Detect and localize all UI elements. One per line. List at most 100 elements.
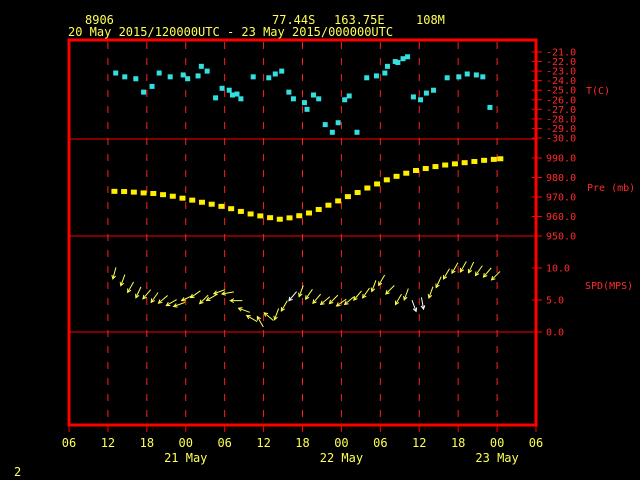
wind-arrow	[298, 285, 304, 298]
pressure-point	[257, 213, 264, 219]
wind-arrow-shaft	[344, 296, 355, 305]
temperature-point	[342, 97, 348, 103]
pressure-point	[325, 202, 332, 208]
pressure-point	[422, 166, 429, 172]
pressure-tick-label: 990.0	[546, 154, 576, 165]
day-label: 22 May	[320, 451, 363, 465]
temperature-point	[279, 68, 285, 74]
pressure-point	[150, 190, 157, 196]
temperature-point	[311, 92, 317, 98]
temperature-point	[250, 74, 256, 80]
wind-arrow-shaft	[320, 296, 331, 305]
pressure-point	[208, 201, 215, 207]
wind-arrow	[378, 274, 386, 287]
wind-arrow	[420, 297, 426, 311]
wind-arrow	[459, 261, 467, 273]
temperature-point	[213, 95, 219, 101]
wind-arrow-shaft	[312, 293, 322, 304]
temperature-point	[316, 96, 322, 102]
pressure-point	[189, 197, 196, 203]
pressure-point	[286, 215, 293, 221]
wind-arrow	[312, 293, 322, 305]
pressure-point	[481, 157, 488, 163]
hour-tick-label: 00	[179, 436, 193, 450]
wind-arrow	[127, 281, 135, 294]
wind-arrow	[482, 267, 492, 278]
temperature-point	[266, 75, 272, 81]
temperature-point	[373, 73, 379, 79]
pressure-point	[497, 156, 504, 162]
pressure-point	[140, 190, 147, 196]
temperature-point	[141, 89, 147, 95]
hour-tick-label: 00	[334, 436, 348, 450]
pressure-point	[393, 173, 400, 179]
pressure-point	[383, 177, 390, 183]
hour-tick-label: 12	[101, 436, 115, 450]
page-number: 2	[14, 465, 21, 479]
wind-arrow	[328, 294, 339, 305]
wind-arrow	[280, 300, 288, 312]
temperature-point	[418, 97, 424, 103]
pressure-point	[451, 161, 458, 167]
pressure-point	[237, 208, 244, 214]
pressure-point	[130, 189, 137, 195]
pressure-series	[111, 156, 504, 222]
pressure-point	[344, 194, 351, 200]
pressure-point	[461, 160, 468, 166]
hour-tick-label: 06	[217, 436, 231, 450]
wind-arrow	[451, 262, 459, 275]
wind-arrow	[157, 295, 168, 304]
hour-tick-label: 18	[140, 436, 154, 450]
temperature-point	[234, 91, 240, 97]
wind-arrow-shaft	[263, 312, 274, 321]
elevation: 108M	[416, 13, 445, 27]
temperature-point	[480, 74, 486, 80]
wind-arrow	[304, 289, 313, 301]
temperature-point	[226, 87, 232, 93]
pressure-tick-label: 980.0	[546, 173, 576, 184]
temperature-point	[286, 89, 292, 95]
pressure-tick-label: 970.0	[546, 193, 576, 204]
pressure-point	[374, 181, 381, 187]
temperature-point	[329, 129, 335, 135]
axes-labels: -21.0-22.0-23.0-24.0-25.0-26.0-27.0-28.0…	[62, 48, 576, 466]
wind-arrow	[237, 307, 250, 313]
temperature-point	[272, 71, 278, 77]
pressure-point	[218, 203, 225, 209]
pressure-point	[490, 156, 497, 162]
temperature-tick-label: -30.0	[546, 134, 576, 145]
pressure-point	[247, 211, 254, 217]
wind-arrow	[435, 276, 442, 289]
pressure-point	[305, 210, 312, 216]
temperature-point	[185, 76, 191, 82]
temperature-point	[423, 90, 429, 96]
wind-arrow	[150, 292, 159, 304]
temperature-point	[195, 73, 201, 79]
hour-tick-label: 12	[256, 436, 270, 450]
temperature-point	[156, 70, 162, 76]
meteogram-chart: -21.0-22.0-23.0-24.0-25.0-26.0-27.0-28.0…	[14, 13, 635, 479]
pressure-tick-label: 960.0	[546, 212, 576, 223]
temperature-point	[149, 83, 155, 89]
wind-arrow	[411, 299, 418, 313]
wind-speed-tick-label: 5.0	[546, 296, 564, 307]
temperature-point	[238, 96, 244, 102]
wind-arrow	[403, 288, 409, 301]
wind-arrow-shaft	[491, 271, 501, 281]
wind-arrow	[229, 298, 243, 303]
temperature-point	[395, 60, 401, 66]
pressure-point	[111, 188, 118, 194]
temperature-point	[346, 93, 352, 99]
temperature-point	[304, 106, 310, 112]
temperature-point	[204, 68, 210, 74]
wind-arrow	[370, 280, 377, 293]
wind-arrow	[490, 271, 501, 281]
wind-arrow	[427, 286, 434, 299]
wind-arrow	[353, 290, 362, 301]
pressure-point	[121, 189, 128, 195]
wind-arrow	[220, 291, 234, 296]
temperature-point	[198, 63, 204, 69]
wind-arrow	[385, 285, 395, 295]
pressure-point	[471, 159, 478, 165]
pressure-point	[403, 170, 410, 176]
